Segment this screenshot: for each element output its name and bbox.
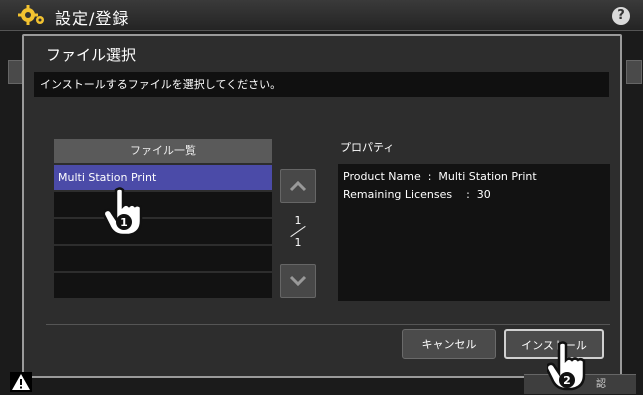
background-panel-edge [626,60,642,84]
file-list-header: ファイル一覧 [54,139,272,163]
properties-label: プロパティ [340,141,395,154]
callout-number: 1 [120,216,128,229]
pointer-hand-icon: 2 [547,341,586,391]
settings-gear-icon [18,5,44,25]
instruction-bar: インストールするファイルを選択してください。 [34,72,609,97]
property-remaining-licenses: Remaining Licenses : 30 [343,188,491,201]
file-list-item[interactable] [54,273,272,300]
divider [46,324,610,325]
properties-box: Product Name : Multi Station Print Remai… [338,164,610,301]
chevron-up-icon [289,180,307,192]
page-current: 1 [294,214,302,227]
property-product-name: Product Name : Multi Station Print [343,170,537,183]
file-list-item[interactable] [54,219,272,246]
help-icon[interactable]: ? [612,7,630,25]
file-list: Multi Station Print [54,165,272,300]
app-title: 設定/登録 [55,9,130,28]
file-list-item[interactable]: Multi Station Print [54,165,272,192]
page-up-button[interactable] [280,169,316,203]
page-indicator: 1 1 [286,214,310,249]
page-down-button[interactable] [280,264,316,298]
cancel-button[interactable]: キャンセル [402,329,496,359]
chevron-down-icon [289,275,307,287]
pointer-hand-icon: 1 [102,187,143,237]
page-total: 1 [294,236,302,249]
top-bar: 設定/登録 ? [0,0,643,31]
file-list-item[interactable] [54,246,272,273]
warning-icon[interactable] [10,372,32,392]
callout-number: 2 [563,374,571,387]
dialog-title: ファイル選択 [46,46,137,64]
file-list-item[interactable] [54,192,272,219]
